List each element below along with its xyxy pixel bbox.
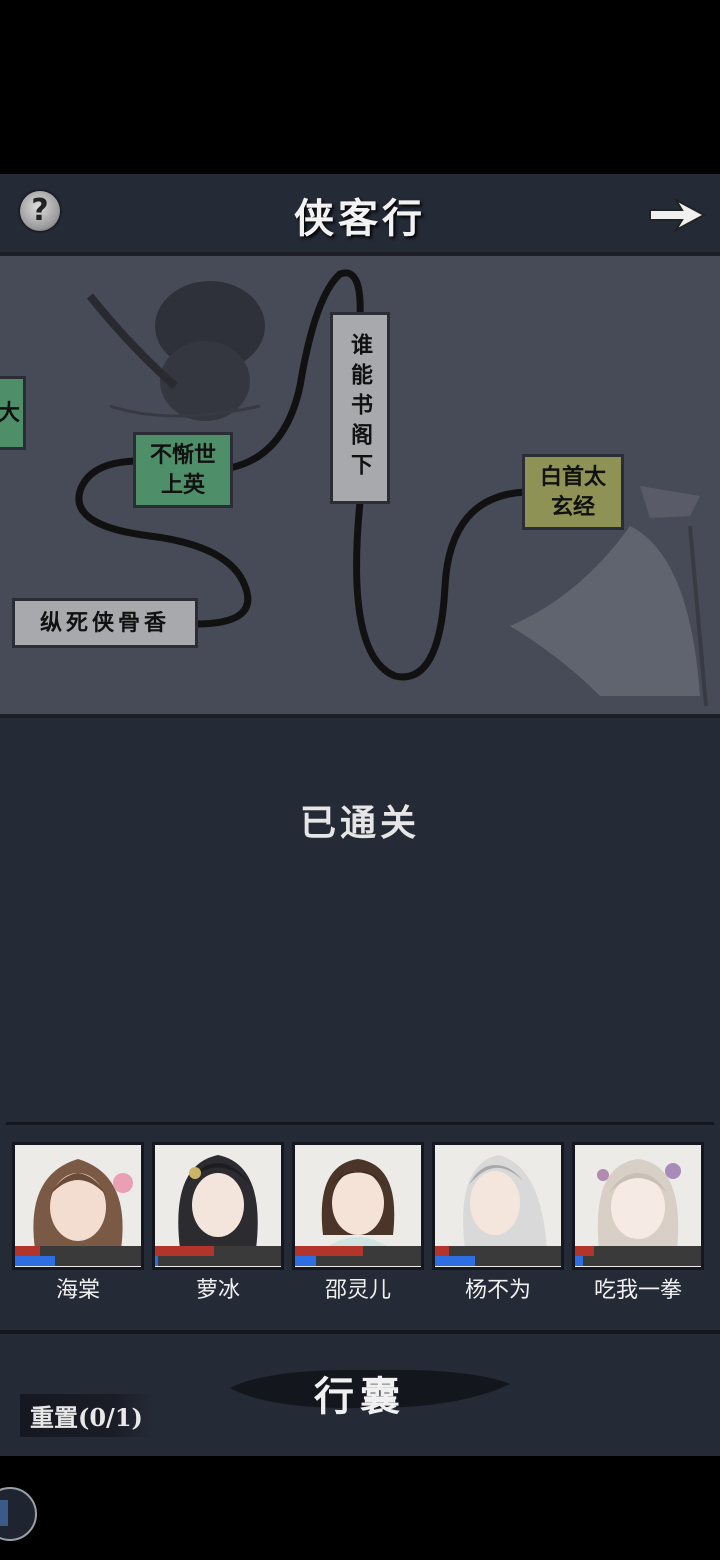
map-node-2[interactable]: 不惭世上英 [133,432,233,508]
screen: ? 侠客行 大 不惭世上英 谁能书阁下 白首太玄经 纵死侠骨香 已通关 海棠 萝… [0,0,720,1560]
party-list: 海棠 萝冰 邵灵儿 杨不为 吃我一拳 [12,1142,712,1303]
page-title: 侠客行 [294,195,426,242]
mp-bar [155,1256,158,1266]
portrait-art [463,1155,547,1249]
hp-bar [15,1246,40,1256]
party-member[interactable]: 杨不为 [432,1142,564,1303]
portrait-art [321,1159,395,1249]
party-member[interactable]: 邵灵儿 [292,1142,424,1303]
chapter-map: 大 不惭世上英 谁能书阁下 白首太玄经 纵死侠骨香 [0,252,720,718]
corner-app-icon[interactable] [0,1484,40,1544]
map-node-4[interactable]: 白首太玄经 [522,454,624,530]
header: ? 侠客行 [0,174,720,250]
hp-bar [155,1246,214,1256]
stat-bars [575,1246,701,1266]
member-name: 海棠 [55,1278,100,1303]
bag-button[interactable]: 行囊 [240,1364,480,1422]
map-node-3[interactable]: 谁能书阁下 [330,312,390,504]
stat-bars [155,1246,281,1266]
mp-bar [575,1256,583,1266]
party-member[interactable]: 吃我一拳 [572,1142,704,1303]
divider [6,1122,714,1125]
portrait-art [597,1159,681,1249]
hp-bar [295,1246,363,1256]
map-node-5[interactable]: 纵死侠骨香 [12,598,198,648]
mp-bar [295,1256,316,1266]
hp-bar [575,1246,594,1256]
next-arrow-icon[interactable] [646,194,708,236]
portrait-art [33,1159,133,1249]
member-name: 杨不为 [464,1278,531,1303]
stat-bars [295,1246,421,1266]
member-name: 吃我一拳 [593,1278,682,1303]
divider [0,1330,720,1334]
party-member[interactable]: 萝冰 [152,1142,284,1303]
member-name: 邵灵儿 [324,1278,391,1303]
game-panel: ? 侠客行 大 不惭世上英 谁能书阁下 白首太玄经 纵死侠骨香 已通关 海棠 萝… [0,174,720,1456]
clear-status: 已通关 [299,802,420,844]
hp-bar [435,1246,449,1256]
mp-bar [15,1256,55,1266]
stat-bars [15,1246,141,1266]
map-node-1[interactable]: 大 [0,376,26,450]
member-name: 萝冰 [195,1278,240,1303]
party-member[interactable]: 海棠 [12,1142,144,1303]
reset-button[interactable]: 重置(0/1) [20,1394,153,1437]
stat-bars [435,1246,561,1266]
mp-bar [435,1256,475,1266]
ink-warrior-silhouette [86,281,265,421]
portrait-art [178,1155,258,1249]
